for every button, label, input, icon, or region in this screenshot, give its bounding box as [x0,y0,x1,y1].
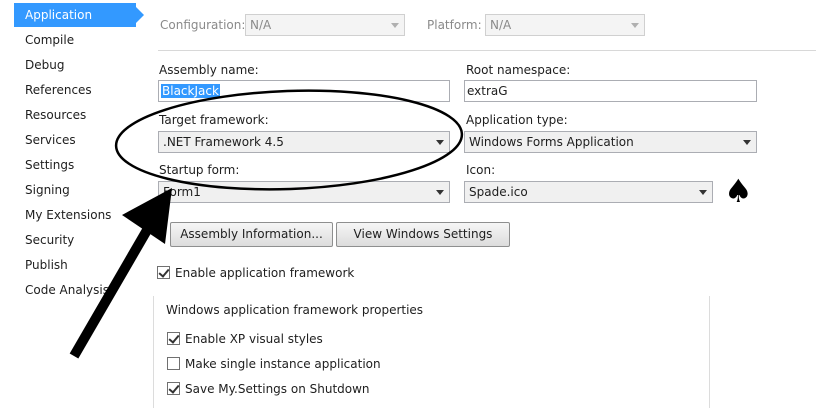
view-windows-settings-button[interactable]: View Windows Settings [336,222,510,247]
spade-icon: ♠ [724,172,753,210]
enable-application-framework-label[interactable]: Enable application framework [175,266,354,280]
sidebar-item-compile[interactable]: Compile [14,28,136,52]
sidebar-item-application[interactable]: Application [14,3,144,27]
startup-form-label: Startup form: [159,163,240,177]
root-namespace-value: extraG [467,84,508,98]
sidebar-item-security[interactable]: Security [14,228,136,252]
configuration-label: Configuration: [160,18,246,32]
chevron-down-icon [743,140,751,145]
sidebar-item-signing[interactable]: Signing [14,178,136,202]
application-type-value: Windows Forms Application [469,135,634,149]
icon-label: Icon: [466,163,496,177]
single-instance-label[interactable]: Make single instance application [185,357,381,371]
root-namespace-field[interactable]: extraG [464,80,757,102]
sidebar-item-resources[interactable]: Resources [14,103,136,127]
target-framework-label: Target framework: [159,113,269,127]
chevron-down-icon [631,23,639,28]
configuration-select[interactable]: N/A [245,14,405,36]
target-framework-select[interactable]: .NET Framework 4.5 [158,131,450,153]
assembly-name-value: BlackJack [161,84,220,98]
startup-form-value: Form1 [163,185,201,199]
application-type-label: Application type: [466,113,568,127]
chevron-down-icon [391,23,399,28]
sidebar-item-services[interactable]: Services [14,128,136,152]
save-settings-on-shutdown-label[interactable]: Save My.Settings on Shutdown [185,382,370,396]
chevron-down-icon [699,190,707,195]
sidebar-item-my-extensions[interactable]: My Extensions [14,203,136,227]
enable-application-framework-checkbox[interactable] [157,266,170,279]
sidebar-item-settings[interactable]: Settings [14,153,136,177]
application-type-select[interactable]: Windows Forms Application [464,131,757,153]
single-instance-checkbox[interactable] [167,357,180,370]
assembly-name-label: Assembly name: [159,63,259,77]
enable-xp-visual-styles-checkbox[interactable] [167,332,180,345]
target-framework-value: .NET Framework 4.5 [163,135,284,149]
sidebar-item-publish[interactable]: Publish [14,253,136,277]
platform-label: Platform: [427,18,482,32]
platform-select[interactable]: N/A [485,14,645,36]
framework-properties-title: Windows application framework properties [165,303,425,317]
sidebar-item-debug[interactable]: Debug [14,53,136,77]
startup-form-select[interactable]: Form1 [158,181,450,203]
icon-select[interactable]: Spade.ico [464,181,713,203]
sidebar-item-code-analysis[interactable]: Code Analysis [14,278,136,302]
divider [158,50,816,51]
assembly-information-button[interactable]: Assembly Information... [170,222,333,247]
configuration-value: N/A [250,18,272,32]
sidebar-item-references[interactable]: References [14,78,136,102]
sidebar: Application Compile Debug References Res… [0,0,144,406]
root-namespace-label: Root namespace: [466,63,571,77]
platform-value: N/A [490,18,512,32]
checkmark-icon [168,332,180,344]
checkmark-icon [158,266,170,278]
checkmark-icon [168,382,180,394]
enable-xp-visual-styles-label[interactable]: Enable XP visual styles [185,332,323,346]
assembly-name-field[interactable]: BlackJack [158,80,450,102]
save-settings-on-shutdown-checkbox[interactable] [167,382,180,395]
chevron-down-icon [436,140,444,145]
chevron-down-icon [436,190,444,195]
icon-value: Spade.ico [469,185,528,199]
